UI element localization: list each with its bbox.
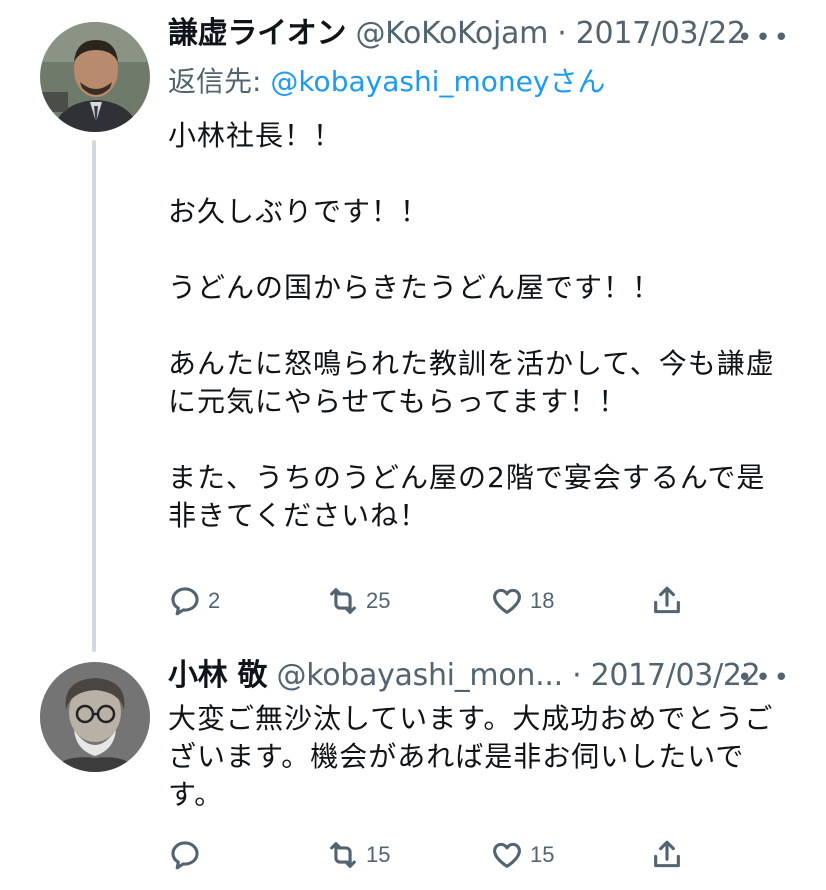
tweet-header: 謙虚ライオン @KoKoKojam · 2017/03/22 bbox=[168, 16, 746, 52]
share-icon bbox=[654, 586, 680, 614]
separator: · bbox=[557, 16, 567, 51]
tweet-paragraph: あんたに怒鳴られた教訓を活かして、今も謙虚に元気にやらせてもらってます！！ bbox=[168, 347, 775, 418]
retweet-icon bbox=[330, 842, 356, 868]
replying-prefix: 返信先: bbox=[168, 65, 271, 98]
like-button[interactable]: 18 bbox=[490, 584, 554, 618]
replying-handle-link[interactable]: @kobayashi_money bbox=[270, 65, 549, 98]
tweet-actions: 2 25 18 bbox=[168, 584, 698, 624]
separator: · bbox=[572, 658, 582, 693]
replying-to: 返信先: @kobayashi_moneyさん bbox=[168, 64, 605, 100]
retweet-button[interactable]: 15 bbox=[326, 838, 390, 872]
avatar-photo-icon bbox=[40, 662, 150, 772]
tweet-body: 小林社長！！ お久しぶりです！！ うどんの国からきたうどん屋です！！ あんたに怒… bbox=[168, 117, 788, 535]
more-horizontal-icon[interactable]: ••• bbox=[737, 25, 792, 51]
tweet-date[interactable]: 2017/03/22 bbox=[576, 16, 746, 51]
author-handle[interactable]: @kobayashi_mon... bbox=[277, 658, 564, 693]
retweet-count: 25 bbox=[366, 588, 391, 613]
tweet-paragraph: お久しぶりです！！ bbox=[168, 195, 430, 228]
tweet-paragraph: また、うちのうどん屋の2階で宴会するんで是非きてくださいね！ bbox=[168, 461, 766, 532]
reply-icon bbox=[171, 587, 199, 616]
like-count: 18 bbox=[530, 588, 555, 613]
thread-line bbox=[92, 140, 96, 652]
tweet-date[interactable]: 2017/03/22 bbox=[591, 658, 761, 693]
like-button[interactable]: 15 bbox=[490, 838, 554, 872]
heart-icon bbox=[493, 588, 521, 614]
avatar[interactable] bbox=[40, 662, 150, 772]
replying-suffix: さん bbox=[549, 65, 606, 98]
tweet-actions: 15 15 bbox=[168, 838, 698, 878]
author-name[interactable]: 謙虚ライオン bbox=[168, 16, 347, 51]
tweet-paragraph: 大変ご無沙汰しています。大成功おめでとうございます。機会があれば是非お伺いしたい… bbox=[168, 702, 774, 811]
tweet-2[interactable]: 小林 敬 @kobayashi_mon... · 2017/03/22 ••• … bbox=[0, 650, 826, 890]
reply-count: 2 bbox=[208, 588, 221, 613]
tweet-paragraph: うどんの国からきたうどん屋です！！ bbox=[168, 271, 662, 304]
more-horizontal-icon[interactable]: ••• bbox=[737, 665, 792, 691]
retweet-button[interactable]: 25 bbox=[326, 584, 390, 618]
share-icon bbox=[654, 840, 680, 868]
share-button[interactable] bbox=[650, 584, 684, 618]
reply-button[interactable]: 2 bbox=[168, 584, 220, 618]
author-name[interactable]: 小林 敬 bbox=[168, 658, 268, 693]
author-handle[interactable]: @KoKoKojam bbox=[355, 16, 548, 51]
tweet-paragraph: 小林社長！！ bbox=[168, 119, 343, 152]
avatar-photo-icon bbox=[40, 22, 150, 132]
retweet-icon bbox=[330, 588, 356, 614]
reply-icon bbox=[171, 841, 199, 870]
tweet-header: 小林 敬 @kobayashi_mon... · 2017/03/22 bbox=[168, 658, 761, 694]
retweet-count: 15 bbox=[366, 842, 391, 867]
share-button[interactable] bbox=[650, 838, 684, 872]
reply-button[interactable] bbox=[168, 838, 208, 872]
tweet-body: 大変ご無沙汰しています。大成功おめでとうございます。機会があれば是非お伺いしたい… bbox=[168, 700, 788, 814]
like-count: 15 bbox=[530, 842, 555, 867]
avatar[interactable] bbox=[40, 22, 150, 132]
tweet-1[interactable]: 謙虚ライオン @KoKoKojam · 2017/03/22 ••• 返信先: … bbox=[0, 0, 826, 652]
heart-icon bbox=[493, 842, 521, 868]
